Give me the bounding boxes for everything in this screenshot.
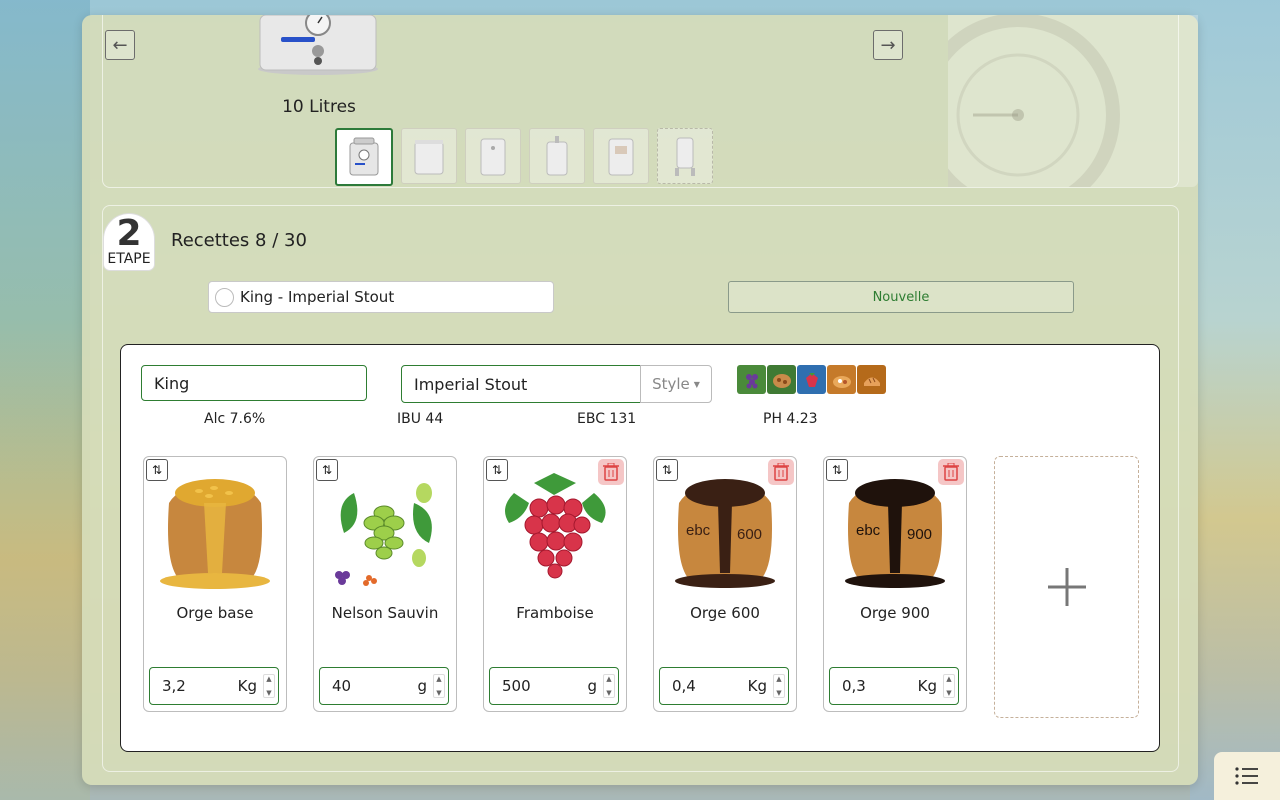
stepper-icon[interactable]: ▲ ▼ — [603, 674, 615, 698]
list-icon — [1235, 767, 1258, 785]
radio-icon — [215, 287, 234, 307]
ingredient-name: Orge base — [176, 604, 254, 622]
boiler-icon — [349, 137, 379, 176]
boiler-icon — [480, 138, 506, 176]
boiler-thumbnails — [335, 128, 713, 186]
arrow-right-icon: → — [880, 34, 896, 56]
prev-button[interactable]: ← — [105, 30, 135, 60]
recipe-card: King Imperial Stout Style ▼ Alc 7.6% IBU… — [120, 344, 1160, 752]
boiler-thumb-30l[interactable] — [465, 128, 521, 184]
ingredient-card[interactable]: ⇅ ebc 600 Orge 600 0,4 Kg ▲ ▼ — [653, 456, 797, 712]
recipe-select-label: King - Imperial Stout — [240, 288, 395, 306]
menu-list-button[interactable] — [1214, 752, 1280, 800]
plus-icon — [1047, 568, 1086, 606]
background-left — [0, 0, 90, 800]
quantity-value: 0,3 — [842, 677, 866, 695]
grain-sack-icon — [160, 479, 270, 589]
main-panel: ← → 10 Litres 2 ETAPE Recettes 8 / 30 Ki… — [82, 13, 1198, 785]
boiler-image — [258, 15, 378, 75]
background-right — [1190, 0, 1280, 800]
quantity-value: 500 — [502, 677, 531, 695]
ingredient-card[interactable]: ⇅ Nelson Sauvin 40 g ▲ ▼ — [313, 456, 457, 712]
stepper-icon[interactable]: ▲ ▼ — [433, 674, 445, 698]
stepper-icon[interactable]: ▲ ▼ — [943, 674, 955, 698]
boiler-icon — [608, 138, 634, 176]
ingredient-card[interactable]: ⇅ Framboise 500 g ▲ ▼ — [483, 456, 627, 712]
boiler-thumb-40l[interactable] — [529, 128, 585, 184]
volume-label: 10 Litres — [282, 97, 356, 117]
ingredient-name: Orge 600 — [690, 604, 760, 622]
step-badge: 2 ETAPE — [104, 214, 154, 270]
quantity-unit: Kg — [917, 677, 937, 695]
dark-grain-sack-icon: ebc 600 — [675, 479, 775, 588]
stat-alcohol: Alc 7.6% — [204, 411, 266, 427]
bread-icon[interactable] — [857, 365, 886, 394]
stepper-icon[interactable]: ▲ ▼ — [263, 674, 275, 698]
berry-icon[interactable] — [797, 365, 826, 394]
svg-text:600: 600 — [737, 526, 762, 543]
quantity-input[interactable]: 3,2 Kg ▲ ▼ — [149, 667, 279, 705]
stat-ebc: EBC 131 — [577, 411, 637, 427]
quantity-input[interactable]: 500 g ▲ ▼ — [489, 667, 619, 705]
stat-ibu: IBU 44 — [397, 411, 444, 427]
gauge-icon — [916, 13, 1120, 217]
step-word: ETAPE — [107, 251, 151, 267]
boiler-thumb-20l[interactable] — [401, 128, 457, 184]
svg-text:ebc: ebc — [856, 522, 881, 539]
raspberry-icon — [505, 473, 606, 579]
quantity-input[interactable]: 40 g ▲ ▼ — [319, 667, 449, 705]
add-ingredient-button[interactable] — [994, 456, 1139, 718]
recipe-select[interactable]: King - Imperial Stout — [208, 281, 554, 313]
ingredient-name: Orge 900 — [860, 604, 930, 622]
quantity-unit: Kg — [747, 677, 767, 695]
svg-text:ebc: ebc — [686, 522, 711, 539]
recipe-style-input[interactable]: Imperial Stout — [401, 365, 641, 403]
boiler-section: ← → 10 Litres — [102, 13, 1198, 217]
gauge-background — [916, 13, 1198, 217]
boiler-thumb-50l[interactable] — [593, 128, 649, 184]
boiler-thumb-10l[interactable] — [335, 128, 393, 186]
caramel-icon[interactable] — [827, 365, 856, 394]
style-button-label: Style — [652, 375, 690, 393]
quantity-unit: g — [417, 677, 427, 695]
quantity-unit: g — [587, 677, 597, 695]
recipes-title: Recettes 8 / 30 — [171, 230, 307, 251]
boiler-icon — [546, 136, 568, 176]
grape-icon[interactable] — [737, 365, 766, 394]
next-button[interactable]: → — [873, 30, 903, 60]
quantity-value: 40 — [332, 677, 352, 695]
quantity-unit: Kg — [237, 677, 257, 695]
arrow-left-icon: ← — [112, 34, 128, 56]
ingredient-name: Nelson Sauvin — [331, 604, 439, 622]
ingredient-name: Framboise — [516, 604, 594, 622]
svg-text:900: 900 — [907, 526, 932, 543]
quantity-input[interactable]: 0,3 Kg ▲ ▼ — [829, 667, 959, 705]
boiler-icon — [414, 140, 444, 175]
quantity-input[interactable]: 0,4 Kg ▲ ▼ — [659, 667, 789, 705]
quantity-value: 3,2 — [162, 677, 186, 695]
ingredient-card[interactable]: ⇅ ebc 900 Orge 900 0,3 Kg ▲ ▼ — [823, 456, 967, 712]
ingredient-card[interactable]: ⇅ Orge base 3,2 Kg ▲ ▼ — [143, 456, 287, 712]
dark-grain-sack-icon: ebc 900 — [845, 479, 945, 588]
stat-ph: PH 4.23 — [763, 411, 818, 427]
style-dropdown-button[interactable]: Style ▼ — [640, 365, 712, 403]
nuts-icon[interactable] — [767, 365, 796, 394]
caret-down-icon: ▼ — [693, 379, 700, 389]
step-number: 2 — [116, 213, 142, 254]
boiler-icon — [675, 137, 695, 176]
flavor-icons — [737, 365, 886, 394]
recipe-name-input[interactable]: King — [141, 365, 367, 401]
stepper-icon[interactable]: ▲ ▼ — [773, 674, 785, 698]
quantity-value: 0,4 — [672, 677, 696, 695]
new-recipe-button[interactable]: Nouvelle — [728, 281, 1074, 313]
hop-icon — [335, 483, 432, 586]
boiler-thumb-custom[interactable] — [657, 128, 713, 184]
